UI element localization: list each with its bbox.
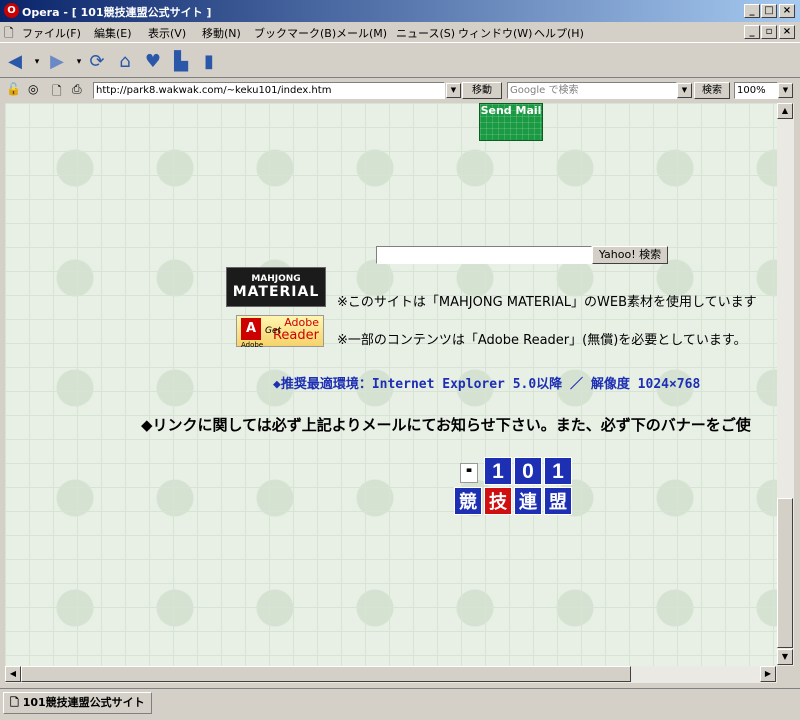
menu-mail[interactable]: メール(M) xyxy=(336,25,387,41)
scroll-right-icon[interactable]: ▶ xyxy=(760,666,776,682)
scroll-left-icon[interactable]: ◀ xyxy=(5,666,21,682)
address-dropdown-icon[interactable]: ▼ xyxy=(446,83,461,98)
menu-help[interactable]: ヘルプ(H) xyxy=(534,25,584,41)
horizontal-scroll-thumb[interactable] xyxy=(21,666,631,682)
vertical-scrollbar[interactable]: ▲ ▼ xyxy=(777,103,794,666)
minimize-button[interactable]: _ xyxy=(744,4,760,18)
close-button[interactable]: × xyxy=(779,4,795,18)
opera-logo-icon: O xyxy=(4,3,19,18)
scroll-down-icon[interactable]: ▼ xyxy=(777,649,793,665)
mahjong-notice: ※このサイトは「MAHJONG MATERIAL」のWEB素材を使用しています xyxy=(337,295,757,310)
send-mail-button[interactable]: Send Mail xyxy=(479,103,543,141)
adobe-notice: ※一部のコンテンツは「Adobe Reader」(無償)を必要としています。 xyxy=(337,333,747,348)
zoom-input[interactable]: 100% xyxy=(734,82,778,99)
banner-digit: 1 xyxy=(544,457,572,485)
banner-kanji: 連 xyxy=(514,487,542,515)
adobe-a-icon: A xyxy=(241,318,261,340)
menu-bar: 🗋 ファイル(F) 編集(E) 表示(V) 移動(N) ブックマーク(B) メー… xyxy=(0,22,800,42)
mahjong-tile-icon: ▀ xyxy=(460,463,478,483)
recommended-environment: ◆推奨最適環境：Internet Explorer 5.0以降 ／ 解像度 10… xyxy=(273,377,701,392)
banner-kanji: 競 xyxy=(454,487,482,515)
reload-icon[interactable]: ⟳ xyxy=(86,51,108,73)
adobe-get-label: Get xyxy=(265,326,282,336)
scroll-up-icon[interactable]: ▲ xyxy=(777,103,793,119)
page-tab-icon: 🗋 xyxy=(10,696,23,709)
send-mail-label: Send Mail xyxy=(480,104,542,117)
address-input[interactable]: http://park8.wakwak.com/~keku101/index.h… xyxy=(93,82,445,99)
page-tab-bar: 🗋 101競技連盟公式サイト xyxy=(0,688,800,720)
doc-close-button[interactable]: × xyxy=(779,25,795,39)
zoom-dropdown-icon[interactable]: ▼ xyxy=(778,83,793,98)
home-icon[interactable]: ⌂ xyxy=(114,51,136,73)
menu-news[interactable]: ニュース(S) xyxy=(396,25,455,41)
menu-file[interactable]: ファイル(F) xyxy=(22,25,81,41)
banner-kanji: 盟 xyxy=(544,487,572,515)
search-input[interactable]: Google で検索 xyxy=(507,82,677,99)
vertical-scroll-thumb[interactable] xyxy=(777,498,793,648)
security-icon: 🔓 xyxy=(6,82,21,96)
forward-icon[interactable]: ▶ xyxy=(46,51,68,73)
page-tab[interactable]: 🗋 101競技連盟公式サイト xyxy=(3,692,152,714)
address-bar-row: 🔓 ◎ 🗋 ⎙ http://park8.wakwak.com/~keku101… xyxy=(0,79,800,101)
banner-digit: 1 xyxy=(484,457,512,485)
maximize-button[interactable]: □ xyxy=(761,4,777,18)
page-content: Send Mail Yahoo! 検索 MAHJONG MATERIAL ※この… xyxy=(5,103,777,666)
menu-view[interactable]: 表示(V) xyxy=(148,25,186,41)
horizontal-scrollbar[interactable]: ◀ ▶ xyxy=(5,666,777,683)
site-banner[interactable]: ▀ 1 0 1 競 技 連 盟 xyxy=(454,457,574,519)
camera-icon[interactable]: ◎ xyxy=(28,82,38,96)
mahjong-logo-line2: MATERIAL xyxy=(232,284,320,300)
adobe-small-label: Adobe xyxy=(241,341,264,349)
mahjong-logo-line1: MAHJONG xyxy=(251,274,301,284)
new-page-icon[interactable]: 🗋 xyxy=(52,82,62,103)
window-title: Opera - [ 101競技連盟公式サイト ] xyxy=(22,6,212,19)
back-icon[interactable]: ◀ xyxy=(4,51,26,73)
adobe-reader-logo[interactable]: A Adobe Get Adobe Reader xyxy=(236,315,324,349)
page-icon[interactable]: ▮ xyxy=(198,51,220,73)
menu-edit[interactable]: 編集(E) xyxy=(94,25,132,41)
link-notice: ◆リンクに関しては必ず上記よりメールにてお知らせ下さい。また、必ず下のバナーをご… xyxy=(141,416,751,434)
mahjong-material-logo[interactable]: MAHJONG MATERIAL xyxy=(226,267,326,307)
doc-minimize-button[interactable]: _ xyxy=(744,25,760,39)
print-preview-icon[interactable]: ⎙ xyxy=(72,82,82,97)
menu-window[interactable]: ウィンドウ(W) xyxy=(458,25,532,41)
banner-digit: 0 xyxy=(514,457,542,485)
back-history-icon[interactable]: ▾ xyxy=(26,51,48,73)
navigation-toolbar: ◀ ▾ ▶ ▾ ⟳ ⌂ ♥ ▙ ▮ xyxy=(0,42,800,78)
yahoo-search-input[interactable] xyxy=(376,246,592,264)
hotlist-icon[interactable]: ♥ xyxy=(142,51,164,73)
doc-restore-button[interactable]: ▫ xyxy=(761,25,777,39)
print-icon[interactable]: ▙ xyxy=(170,51,192,73)
menu-navigate[interactable]: 移動(N) xyxy=(202,25,241,41)
yahoo-search-button[interactable]: Yahoo! 検索 xyxy=(592,246,668,264)
menu-bookmarks[interactable]: ブックマーク(B) xyxy=(254,25,336,41)
go-button[interactable]: 移動 xyxy=(462,82,502,99)
title-bar: O Opera - [ 101競技連盟公式サイト ] _ □ × xyxy=(0,0,800,22)
search-button[interactable]: 検索 xyxy=(694,82,730,99)
search-engine-dropdown-icon[interactable]: ▼ xyxy=(677,83,692,98)
banner-kanji: 技 xyxy=(484,487,512,515)
page-tab-label: 101競技連盟公式サイト xyxy=(22,696,145,709)
